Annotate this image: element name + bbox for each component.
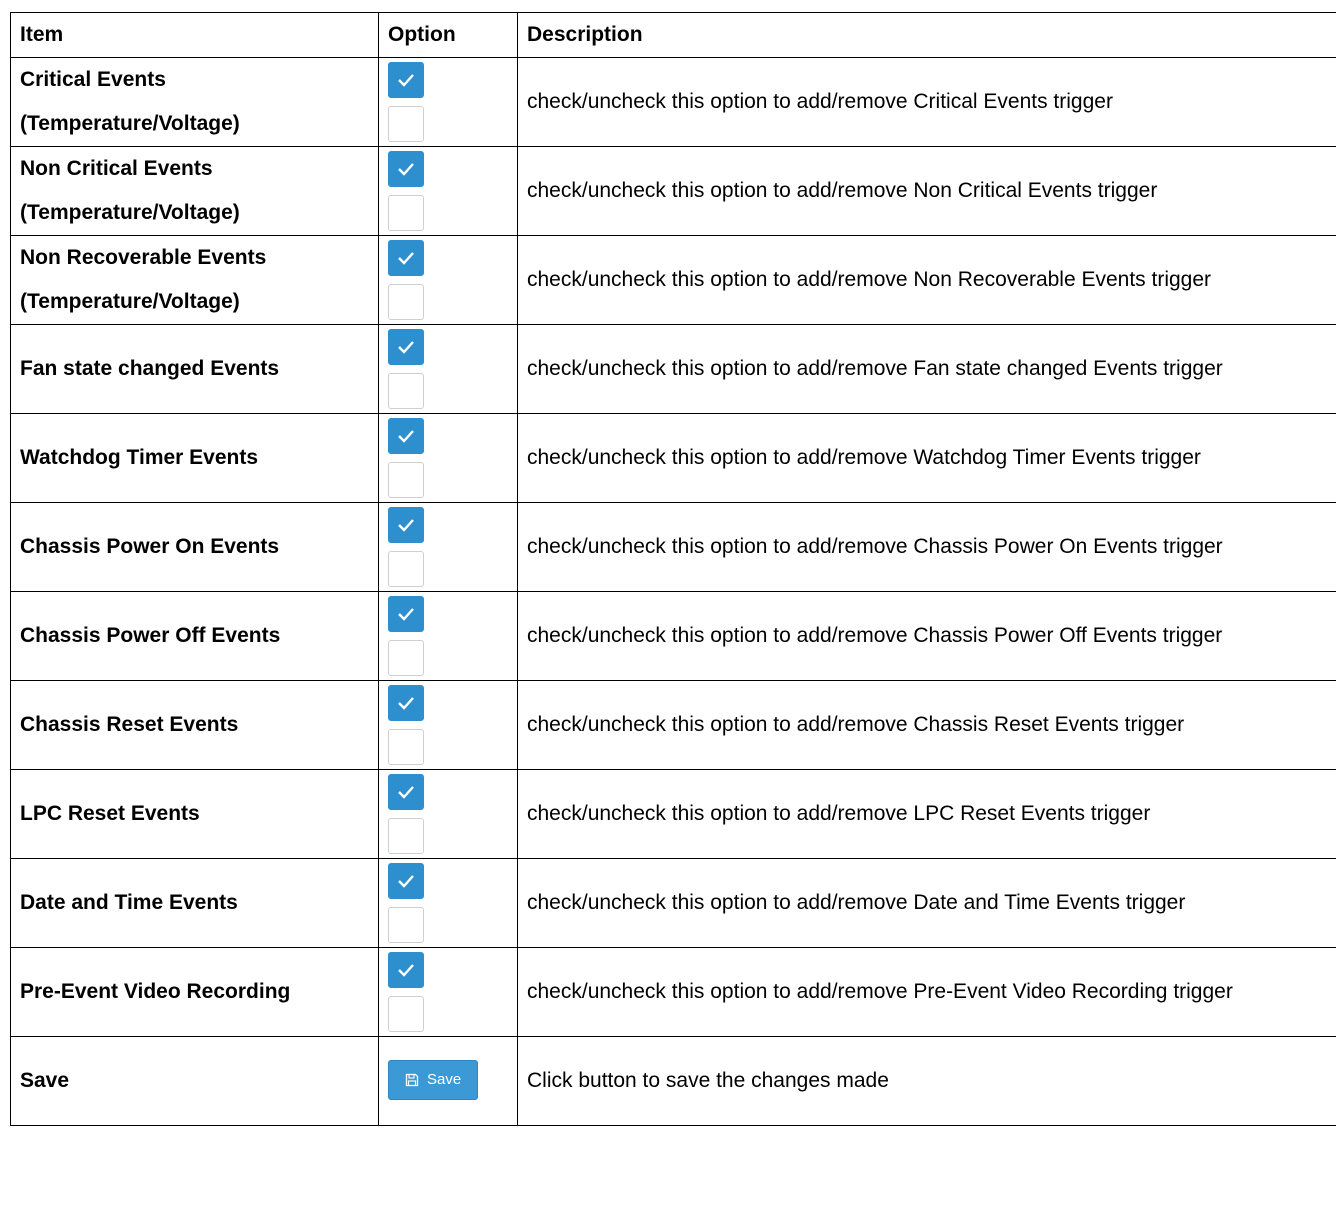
item-cell: Watchdog Timer Events [10,413,379,503]
item-cell: LPC Reset Events [10,769,379,859]
option-cell [378,324,518,414]
checked-checkbox[interactable] [388,62,424,98]
unchecked-checkbox[interactable] [388,907,424,943]
description-cell: check/uncheck this option to add/remove … [517,502,1336,592]
event-trigger-table: Item Option Description Critical Events … [10,12,1336,1126]
unchecked-checkbox[interactable] [388,818,424,854]
unchecked-checkbox[interactable] [388,462,424,498]
description-cell: check/uncheck this option to add/remove … [517,680,1336,770]
table-row: Date and Time Events check/uncheck this … [10,858,1336,948]
table-row: Watchdog Timer Events check/uncheck this… [10,413,1336,503]
table-row: LPC Reset Events check/uncheck this opti… [10,769,1336,859]
description-cell: check/uncheck this option to add/remove … [517,413,1336,503]
checked-checkbox[interactable] [388,685,424,721]
checked-checkbox[interactable] [388,952,424,988]
header-item: Item [10,12,379,58]
save-button[interactable]: Save [388,1060,479,1100]
checkmark-icon [398,163,414,176]
header-option: Option [378,12,518,58]
description-cell: check/uncheck this option to add/remove … [517,769,1336,859]
checkmark-icon [398,875,414,888]
option-cell [378,947,518,1037]
table-row: Critical Events (Temperature/Voltage) ch… [10,57,1336,147]
option-cell [378,146,518,236]
unchecked-checkbox[interactable] [388,106,424,142]
item-cell: Fan state changed Events [10,324,379,414]
checkmark-icon [398,786,414,799]
table-row: Chassis Power On Events check/uncheck th… [10,502,1336,592]
unchecked-checkbox[interactable] [388,640,424,676]
option-cell [378,413,518,503]
table-row: Chassis Reset Events check/uncheck this … [10,680,1336,770]
checked-checkbox[interactable] [388,151,424,187]
description-cell: check/uncheck this option to add/remove … [517,146,1336,236]
header-description: Description [517,12,1336,58]
description-cell: check/uncheck this option to add/remove … [517,858,1336,948]
item-cell: Save [10,1036,379,1126]
unchecked-checkbox[interactable] [388,729,424,765]
item-cell: Chassis Power On Events [10,502,379,592]
description-cell: Click button to save the changes made [517,1036,1336,1126]
checkmark-icon [398,608,414,621]
checkmark-icon [398,430,414,443]
checkmark-icon [398,519,414,532]
checked-checkbox[interactable] [388,418,424,454]
item-cell: Non Critical Events (Temperature/Voltage… [10,146,379,236]
checkmark-icon [398,252,414,265]
save-row: Save Save Click button to save the chang… [10,1036,1336,1126]
unchecked-checkbox[interactable] [388,284,424,320]
table-row: Non Recoverable Events (Temperature/Volt… [10,235,1336,325]
item-cell: Date and Time Events [10,858,379,948]
option-cell [378,858,518,948]
unchecked-checkbox[interactable] [388,996,424,1032]
option-cell [378,680,518,770]
unchecked-checkbox[interactable] [388,551,424,587]
table-header-row: Item Option Description [10,12,1336,58]
unchecked-checkbox[interactable] [388,373,424,409]
table-row: Pre-Event Video Recording check/uncheck … [10,947,1336,1037]
option-cell [378,591,518,681]
checkmark-icon [398,964,414,977]
option-cell [378,57,518,147]
item-cell: Chassis Power Off Events [10,591,379,681]
item-cell: Non Recoverable Events (Temperature/Volt… [10,235,379,325]
floppy-disk-icon [405,1073,419,1087]
checkmark-icon [398,341,414,354]
item-cell: Pre-Event Video Recording [10,947,379,1037]
description-cell: check/uncheck this option to add/remove … [517,591,1336,681]
table-row: Non Critical Events (Temperature/Voltage… [10,146,1336,236]
option-cell [378,502,518,592]
unchecked-checkbox[interactable] [388,195,424,231]
description-cell: check/uncheck this option to add/remove … [517,947,1336,1037]
save-button-label: Save [427,1071,462,1088]
description-cell: check/uncheck this option to add/remove … [517,235,1336,325]
item-cell: Chassis Reset Events [10,680,379,770]
option-cell [378,769,518,859]
option-cell [378,235,518,325]
item-cell: Critical Events (Temperature/Voltage) [10,57,379,147]
description-cell: check/uncheck this option to add/remove … [517,57,1336,147]
checkmark-icon [398,74,414,87]
description-cell: check/uncheck this option to add/remove … [517,324,1336,414]
table-row: Chassis Power Off Events check/uncheck t… [10,591,1336,681]
checked-checkbox[interactable] [388,329,424,365]
option-cell: Save [378,1036,518,1126]
table-row: Fan state changed Events check/uncheck t… [10,324,1336,414]
checked-checkbox[interactable] [388,507,424,543]
checked-checkbox[interactable] [388,863,424,899]
checked-checkbox[interactable] [388,596,424,632]
checked-checkbox[interactable] [388,240,424,276]
checkmark-icon [398,697,414,710]
checked-checkbox[interactable] [388,774,424,810]
